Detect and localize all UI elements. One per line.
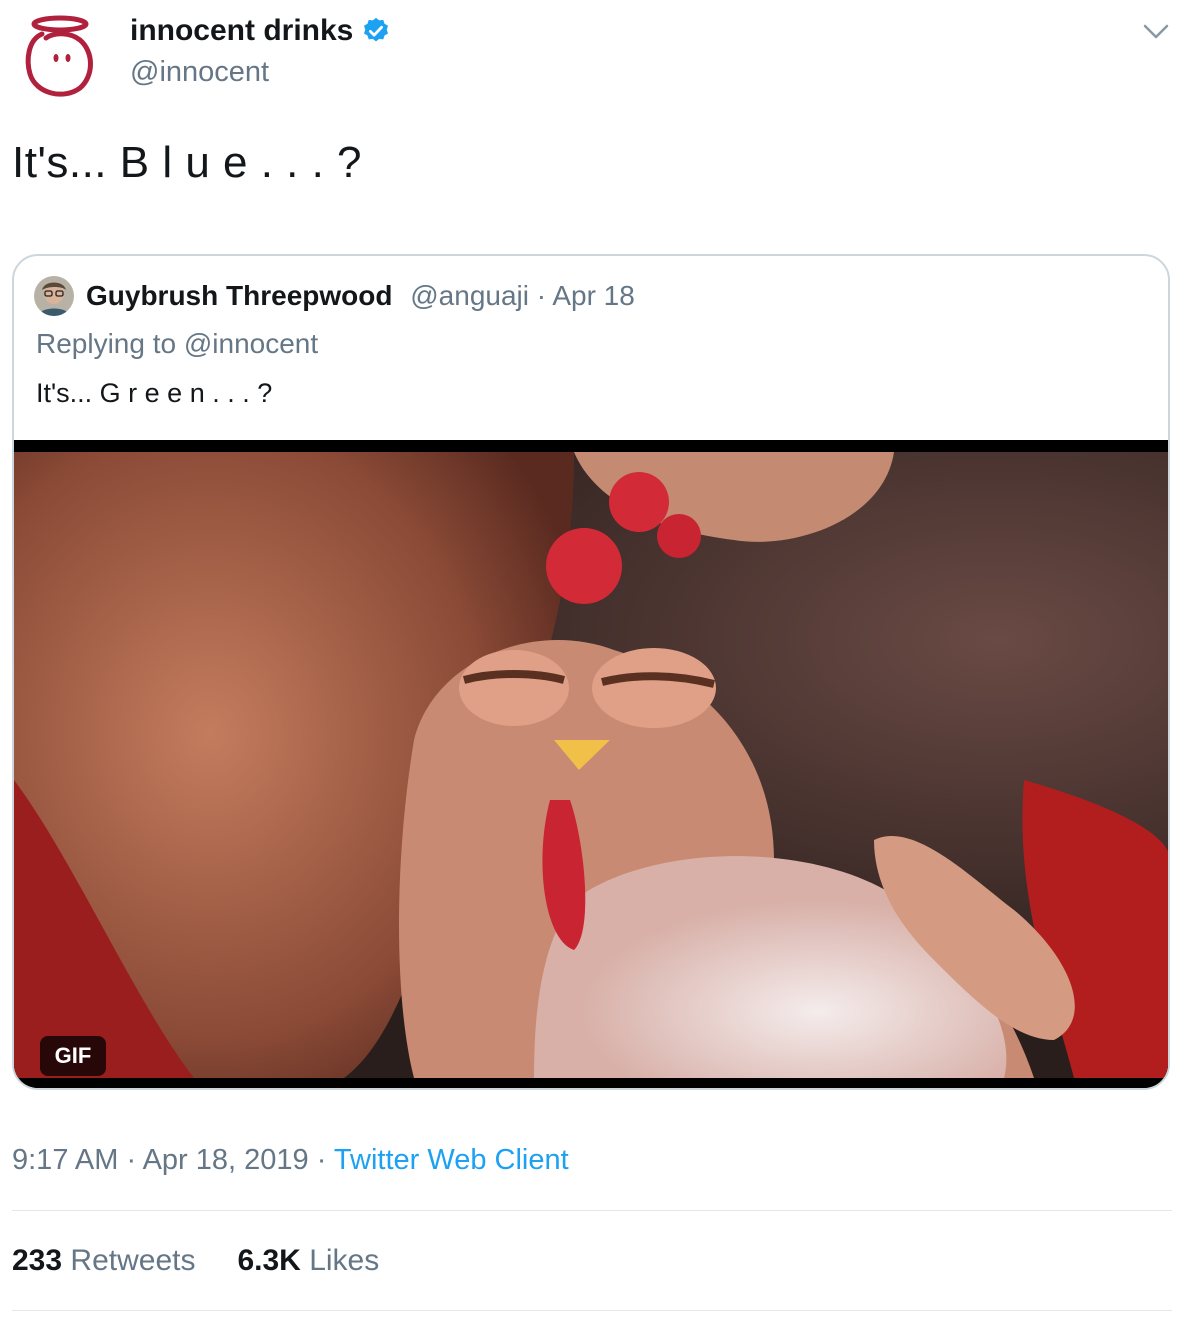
quoted-tweet-header: Guybrush Threepwood @anguaji · Apr 18 (86, 280, 635, 312)
divider (12, 1310, 1172, 1311)
gif-media[interactable] (14, 440, 1170, 1090)
likes-stat[interactable]: 6.3K Likes (237, 1244, 379, 1278)
quoted-separator: · (528, 280, 553, 311)
tweet-time[interactable]: 9:17 AM (12, 1144, 118, 1176)
likes-count: 6.3K (237, 1244, 301, 1277)
tweet-client-link[interactable]: Twitter Web Client (334, 1144, 569, 1176)
retweets-label: Retweets (70, 1244, 196, 1277)
quoted-author-handle[interactable]: @anguaji (410, 280, 529, 311)
quoted-tweet-text: It's... G r e e n . . . ? (36, 378, 273, 408)
verified-badge-icon (364, 17, 389, 42)
retweets-stat[interactable]: 233 Retweets (12, 1244, 195, 1278)
author-name[interactable]: innocent drinks (130, 14, 391, 48)
divider (12, 1210, 1172, 1211)
author-name-text[interactable]: innocent drinks (130, 14, 353, 48)
likes-label: Likes (309, 1244, 380, 1277)
tweet-stats: 233 Retweets 6.3K Likes (12, 1244, 379, 1278)
quoted-author-name[interactable]: Guybrush Threepwood (86, 280, 392, 311)
quoted-tweet-card[interactable]: Guybrush Threepwood @anguaji · Apr 18 Re… (12, 254, 1170, 1090)
author-handle[interactable]: @innocent (130, 56, 269, 89)
chevron-down-icon[interactable] (1142, 22, 1170, 42)
gif-badge: GIF (40, 1036, 106, 1076)
tweet-details: 9:17 AM · Apr 18, 2019 · Twitter Web Cli… (12, 1144, 569, 1177)
retweets-count: 233 (12, 1244, 63, 1277)
details-separator-2: · (308, 1144, 334, 1176)
tweet-text: It's... B l u e . . . ? (12, 138, 363, 187)
quoted-author-avatar[interactable] (34, 276, 74, 316)
innocent-logo-icon[interactable] (18, 10, 102, 102)
quoted-date[interactable]: Apr 18 (552, 280, 635, 311)
replying-to-label: Replying to @innocent (36, 328, 319, 359)
tweet-date[interactable]: Apr 18, 2019 (143, 1144, 309, 1176)
details-separator-1: · (118, 1144, 143, 1176)
